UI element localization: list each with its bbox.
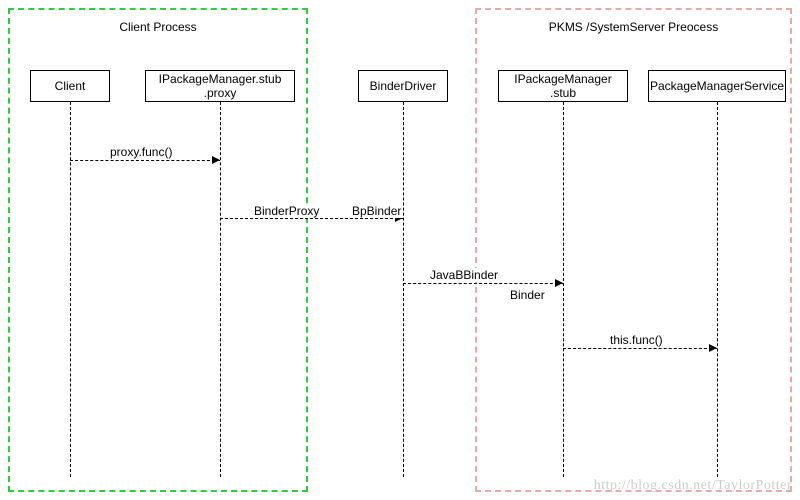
actor-pms: PackageManagerService [648,70,786,102]
msg-binder-proxy [220,218,403,219]
arrow-icon [709,344,717,352]
actor-stub: IPackageManager .stub [498,70,628,102]
msg-proxy-func [70,160,220,161]
lifeline-stub [563,102,564,477]
arrow-icon [555,279,563,287]
actor-proxy: IPackageManager.stub .proxy [145,70,295,102]
arrow-icon [212,156,220,164]
msg-java-bbinder [403,283,563,284]
label-binder-proxy-right: BpBinder [350,204,403,218]
actor-client: Client [30,70,110,102]
watermark-text: http://blog.csdn.net/TaylorPotter [594,478,792,494]
server-process-title: PKMS /SystemServer Preocess [549,20,718,34]
label-this-func: this.func() [608,333,665,347]
client-process-title: Client Process [119,20,196,34]
label-proxy-func: proxy.func() [108,145,174,159]
lifeline-client [70,102,71,477]
label-java-bbinder-right: Binder [508,288,547,302]
lifeline-proxy [220,102,221,477]
lifeline-binder-driver [403,102,404,477]
msg-this-func [563,348,717,349]
label-binder-proxy-left: BinderProxy [252,204,321,218]
lifeline-pms [717,102,718,477]
actor-binder-driver: BinderDriver [358,70,448,102]
label-java-bbinder-left: JavaBBinder [428,268,500,282]
